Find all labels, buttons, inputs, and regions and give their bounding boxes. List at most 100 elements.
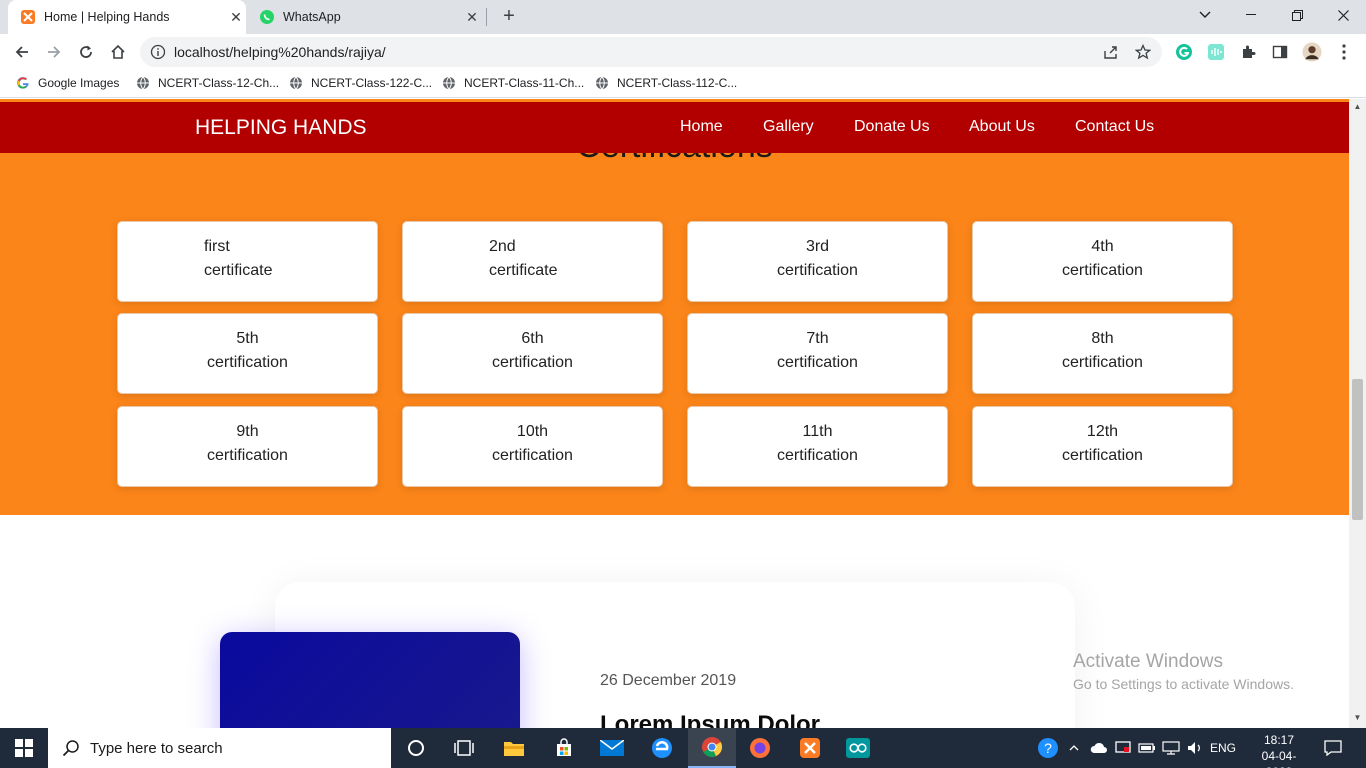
grammarly-extension-icon[interactable] [1174,42,1194,62]
certificate-card[interactable]: 9th certification [117,406,378,487]
certificate-number: 10th [516,423,549,440]
certificate-card[interactable]: 7th certification [687,313,948,394]
certificate-label: certificate [489,262,558,279]
scroll-up-arrow-icon[interactable]: ▲ [1353,102,1362,111]
side-panel-icon[interactable] [1270,42,1290,62]
bookmark-ncert-11[interactable]: NCERT-Class-11-Ch... [442,76,584,90]
certificate-card[interactable]: 3rd certification [687,221,948,302]
bookmark-ncert-12[interactable]: NCERT-Class-12-Ch... [136,76,279,90]
certificate-label: certification [207,354,288,371]
whatsapp-icon [259,9,275,25]
xampp-taskbar-icon[interactable] [786,728,834,768]
certificate-label: certification [1062,262,1143,279]
svg-text:?: ? [1044,740,1052,756]
cortana-icon[interactable] [392,728,440,768]
certificate-label: certification [777,447,858,464]
search-icon [62,739,80,757]
nav-donate-us[interactable]: Donate Us [854,118,930,136]
certificate-card[interactable]: 10th certification [402,406,663,487]
chrome-icon[interactable] [688,728,736,768]
certificate-number: 6th [521,330,544,347]
microsoft-store-icon[interactable] [540,728,588,768]
file-explorer-icon[interactable] [490,728,538,768]
close-window-icon[interactable] [1320,0,1366,30]
reload-icon[interactable] [74,40,98,64]
restore-icon[interactable] [1274,0,1320,30]
nav-contact-us[interactable]: Contact Us [1075,118,1154,136]
arduino-icon[interactable] [834,728,882,768]
certificate-card[interactable]: 6th certification [402,313,663,394]
menu-kebab-icon[interactable] [1334,42,1354,62]
profile-avatar-icon[interactable] [1302,42,1322,62]
globe-icon [289,76,303,90]
site-info-icon[interactable] [150,44,166,65]
nav-about-us[interactable]: About Us [969,118,1035,136]
task-view-icon[interactable] [440,728,488,768]
forward-icon[interactable] [42,40,66,64]
certificate-number: 5th [236,330,259,347]
back-icon[interactable] [10,40,34,64]
extensions-puzzle-icon[interactable] [1238,42,1258,62]
tab-title: Home | Helping Hands [44,10,170,24]
bookmark-ncert-112[interactable]: NCERT-Class-112-C... [595,76,737,90]
windows-start-icon[interactable] [0,728,48,768]
address-bar[interactable]: localhost/helping%20hands/rajiya/ [140,37,1162,67]
page-scrollbar[interactable]: ▲ ▼ [1349,99,1366,728]
bookmark-label: NCERT-Class-122-C... [311,76,433,90]
clock-time: 18:17 [1263,733,1295,747]
new-tab-icon[interactable]: + [499,6,519,26]
tab-whatsapp[interactable]: WhatsApp ✕ [250,0,482,34]
volume-icon[interactable] [1184,728,1206,768]
certificate-number: 11th [802,423,833,440]
certificate-card[interactable]: 12th certification [972,406,1233,487]
home-icon[interactable] [106,40,130,64]
network-icon[interactable] [1160,728,1182,768]
certificate-card[interactable]: 2nd certificate [402,221,663,302]
nav-home[interactable]: Home [680,118,723,136]
site-navbar: HELPING HANDS Home Gallery Donate Us Abo… [0,102,1349,153]
certificate-label: certification [777,262,858,279]
scroll-down-arrow-icon[interactable]: ▼ [1353,713,1362,722]
certificate-number: 12th [1086,423,1119,440]
certificate-card[interactable]: 5th certification [117,313,378,394]
bookmark-star-icon[interactable] [1134,43,1152,61]
certifications-section: Certifications first certificate 2nd cer… [0,99,1349,515]
taskbar-search-box[interactable]: Type here to search [48,728,391,768]
battery-icon[interactable] [1136,728,1158,768]
edge-icon[interactable] [638,728,686,768]
firefox-icon[interactable] [736,728,784,768]
close-tab-icon[interactable]: ✕ [462,9,482,26]
scroll-thumb[interactable] [1352,379,1363,520]
certificate-label: certification [1062,447,1143,464]
onedrive-cloud-icon[interactable] [1088,728,1110,768]
tab-title: WhatsApp [283,10,341,24]
site-brand[interactable]: HELPING HANDS [195,116,367,140]
notifications-icon[interactable] [1320,728,1346,768]
certificate-label: certification [492,354,573,371]
nav-gallery[interactable]: Gallery [763,118,814,136]
certificate-card[interactable]: 8th certification [972,313,1233,394]
certificate-label: certification [492,447,573,464]
certificate-card[interactable]: first certificate [117,221,378,302]
help-icon[interactable]: ? [1036,728,1060,768]
close-tab-icon[interactable]: ✕ [226,9,246,26]
bookmark-label: NCERT-Class-11-Ch... [464,76,585,90]
certificate-number: 2nd [489,238,516,255]
taskbar-clock[interactable]: 18:17 04-04-2023 [1255,732,1303,768]
certificate-card[interactable]: 4th certification [972,221,1233,302]
bookmark-ncert-122[interactable]: NCERT-Class-122-C... [289,76,432,90]
language-indicator[interactable]: ENG [1208,728,1238,768]
globe-icon [595,76,609,90]
mail-icon[interactable] [588,728,636,768]
audio-extension-icon[interactable] [1206,42,1226,62]
tab-helping-hands[interactable]: Home | Helping Hands ✕ [8,0,246,34]
share-icon[interactable] [1102,43,1120,61]
security-alert-icon[interactable] [1112,728,1134,768]
certificate-card[interactable]: 11th certification [687,406,948,487]
bookmark-label: NCERT-Class-12-Ch... [158,76,280,90]
bookmark-google-images[interactable]: Google Images [16,76,119,90]
tab-search-chevron-icon[interactable] [1182,0,1228,30]
certificate-number: 7th [806,330,829,347]
show-hidden-icons-chevron-icon[interactable] [1066,728,1082,768]
minimize-icon[interactable] [1228,0,1274,30]
